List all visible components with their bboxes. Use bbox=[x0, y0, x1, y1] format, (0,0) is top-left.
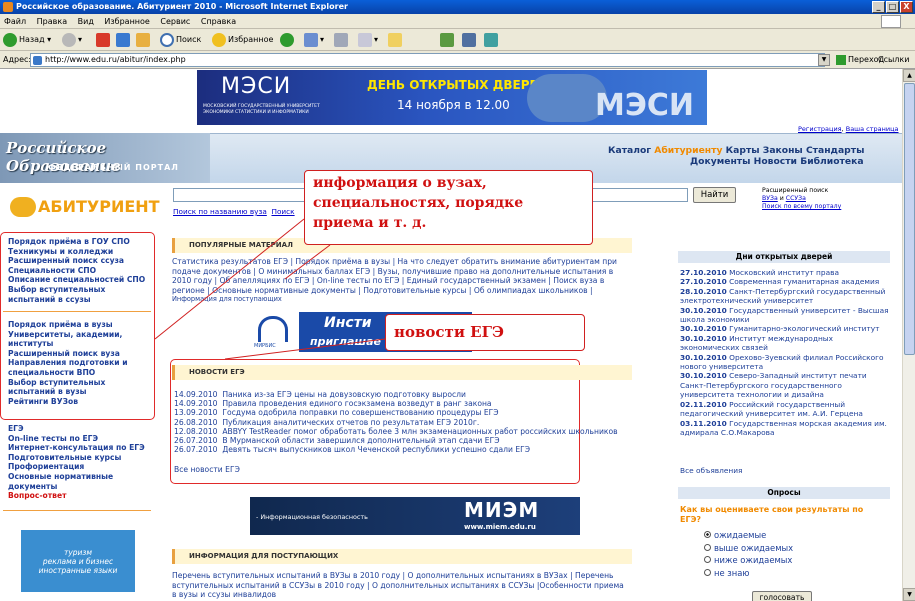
search-button[interactable]: Поиск bbox=[160, 32, 201, 48]
toolbar: Назад ▾ ▾ Поиск Избранное ▾ ▾ bbox=[0, 29, 915, 51]
address-input[interactable]: http://www.edu.ru/abitur/index.php bbox=[30, 53, 825, 67]
windows-logo-icon bbox=[881, 15, 901, 28]
window-title: Российское образование. Абитуриент 2010 … bbox=[16, 2, 348, 11]
mail-button[interactable]: ▾ bbox=[304, 32, 324, 48]
research-icon bbox=[462, 32, 476, 47]
go-button[interactable]: Переход bbox=[836, 51, 884, 69]
scroll-up-icon[interactable]: ▲ bbox=[903, 69, 915, 82]
vertical-scrollbar[interactable]: ▲ ▼ bbox=[902, 69, 915, 601]
messenger-button[interactable] bbox=[440, 32, 456, 48]
address-url: http://www.edu.ru/abitur/index.php bbox=[45, 55, 186, 64]
folder-button[interactable] bbox=[388, 32, 404, 48]
print-button[interactable] bbox=[334, 32, 350, 48]
folder-icon bbox=[388, 32, 402, 47]
annotation-lines bbox=[154, 218, 386, 360]
edit-button[interactable]: ▾ bbox=[358, 32, 378, 48]
menu-help[interactable]: Справка bbox=[201, 17, 236, 26]
address-bar: Адрес: http://www.edu.ru/abitur/index.ph… bbox=[0, 51, 915, 69]
edit-icon bbox=[358, 32, 372, 47]
menu-file[interactable]: Файл bbox=[4, 17, 26, 26]
menu-bar: Файл Правка Вид Избранное Сервис Справка bbox=[0, 14, 915, 29]
translate-button[interactable] bbox=[484, 32, 500, 48]
refresh-button[interactable] bbox=[116, 32, 132, 48]
back-button[interactable]: Назад ▾ bbox=[3, 32, 51, 48]
menu-favorites[interactable]: Избранное bbox=[104, 17, 149, 26]
menu-tools[interactable]: Сервис bbox=[160, 17, 190, 26]
page-icon bbox=[33, 56, 42, 65]
links-button[interactable]: Ссылки bbox=[878, 51, 909, 69]
pointer-line bbox=[224, 338, 386, 360]
page-content: МЭСИ МОСКОВСКИЙ ГОСУДАРСТВЕННЫЙ УНИВЕРСИ… bbox=[0, 69, 902, 601]
menu-view[interactable]: Вид bbox=[78, 17, 94, 26]
scroll-thumb[interactable] bbox=[904, 83, 915, 355]
favorites-button[interactable]: Избранное bbox=[212, 32, 273, 48]
messenger-icon bbox=[440, 32, 454, 47]
address-dropdown-icon[interactable]: ▼ bbox=[818, 54, 830, 66]
address-label: Адрес: bbox=[3, 55, 32, 64]
title-bar: Российское образование. Абитуриент 2010 … bbox=[0, 0, 915, 14]
menu-edit[interactable]: Правка bbox=[37, 17, 67, 26]
stop-icon bbox=[96, 32, 110, 47]
stop-button[interactable] bbox=[96, 32, 112, 48]
search-icon bbox=[160, 32, 174, 47]
print-icon bbox=[334, 32, 348, 47]
pointer-line bbox=[284, 244, 331, 280]
home-icon bbox=[136, 32, 150, 47]
go-arrow-icon bbox=[836, 54, 846, 65]
research-button[interactable] bbox=[462, 32, 478, 48]
mail-icon bbox=[304, 32, 318, 47]
pointer-line bbox=[154, 218, 305, 340]
close-button[interactable]: X bbox=[900, 1, 913, 13]
forward-arrow-icon bbox=[62, 32, 76, 47]
history-icon bbox=[280, 32, 294, 47]
forward-button[interactable]: ▾ bbox=[62, 32, 82, 48]
minimize-button[interactable]: _ bbox=[872, 1, 885, 13]
scroll-down-icon[interactable]: ▼ bbox=[903, 588, 915, 601]
translate-icon bbox=[484, 32, 498, 47]
home-button[interactable] bbox=[136, 32, 152, 48]
ie-icon bbox=[3, 2, 13, 12]
back-arrow-icon bbox=[3, 32, 17, 47]
refresh-icon bbox=[116, 32, 130, 47]
history-button[interactable] bbox=[280, 32, 296, 48]
star-icon bbox=[212, 32, 226, 47]
maximize-button[interactable]: □ bbox=[886, 1, 899, 13]
